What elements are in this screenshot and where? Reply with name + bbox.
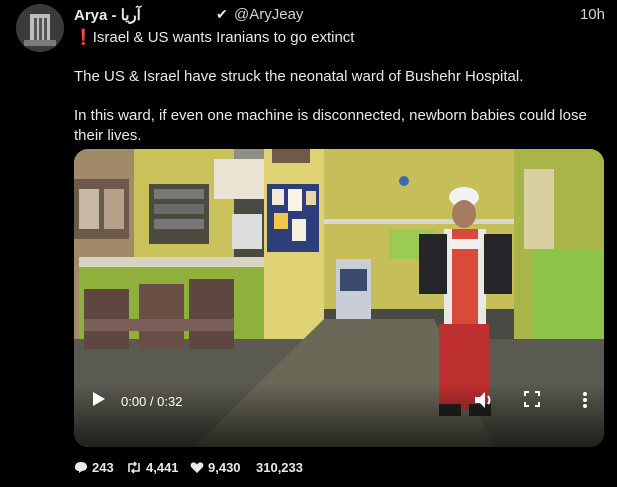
reply-button[interactable]: 243: [74, 460, 114, 475]
reply-icon: [75, 462, 87, 473]
like-button[interactable]: 9,430: [190, 460, 241, 475]
volume-icon[interactable]: [474, 391, 494, 409]
tweet-headline: ❗Israel & US wants Iranians to go extinc…: [74, 28, 603, 48]
repost-icon: [128, 461, 140, 474]
avatar[interactable]: [16, 4, 64, 52]
repost-count: 4,441: [146, 460, 179, 475]
avatar-image: [16, 4, 64, 52]
video-time-readout: 0:00 / 0:32: [121, 394, 183, 409]
reply-count: 243: [92, 460, 114, 475]
heart-icon: [190, 462, 204, 473]
views-count: 310,233: [256, 460, 303, 475]
like-count: 9,430: [208, 460, 241, 475]
play-icon[interactable]: [92, 391, 106, 407]
headline-text: Israel & US wants Iranians to go extinct: [92, 29, 355, 46]
verified-badge-icon: ✔: [216, 6, 228, 22]
exclamation-icon: ❗: [74, 29, 93, 46]
repost-button[interactable]: 4,441: [126, 460, 179, 475]
post-time[interactable]: 10h: [580, 6, 605, 23]
more-vertical-icon[interactable]: [582, 391, 588, 409]
tweet-header: Arya - آریا ✔ @AryJeay 10h: [74, 4, 605, 26]
tweet-paragraph-1: The US & Israel have struck the neonatal…: [74, 68, 524, 85]
fullscreen-icon[interactable]: [524, 391, 540, 407]
author-handle[interactable]: @AryJeay: [234, 6, 303, 23]
video-controls: 0:00 / 0:32: [74, 383, 604, 447]
tweet-paragraph-2: In this ward, if even one machine is dis…: [74, 107, 587, 144]
video-player[interactable]: 0:00 / 0:32: [74, 149, 604, 447]
author-name[interactable]: Arya - آریا: [74, 6, 141, 24]
